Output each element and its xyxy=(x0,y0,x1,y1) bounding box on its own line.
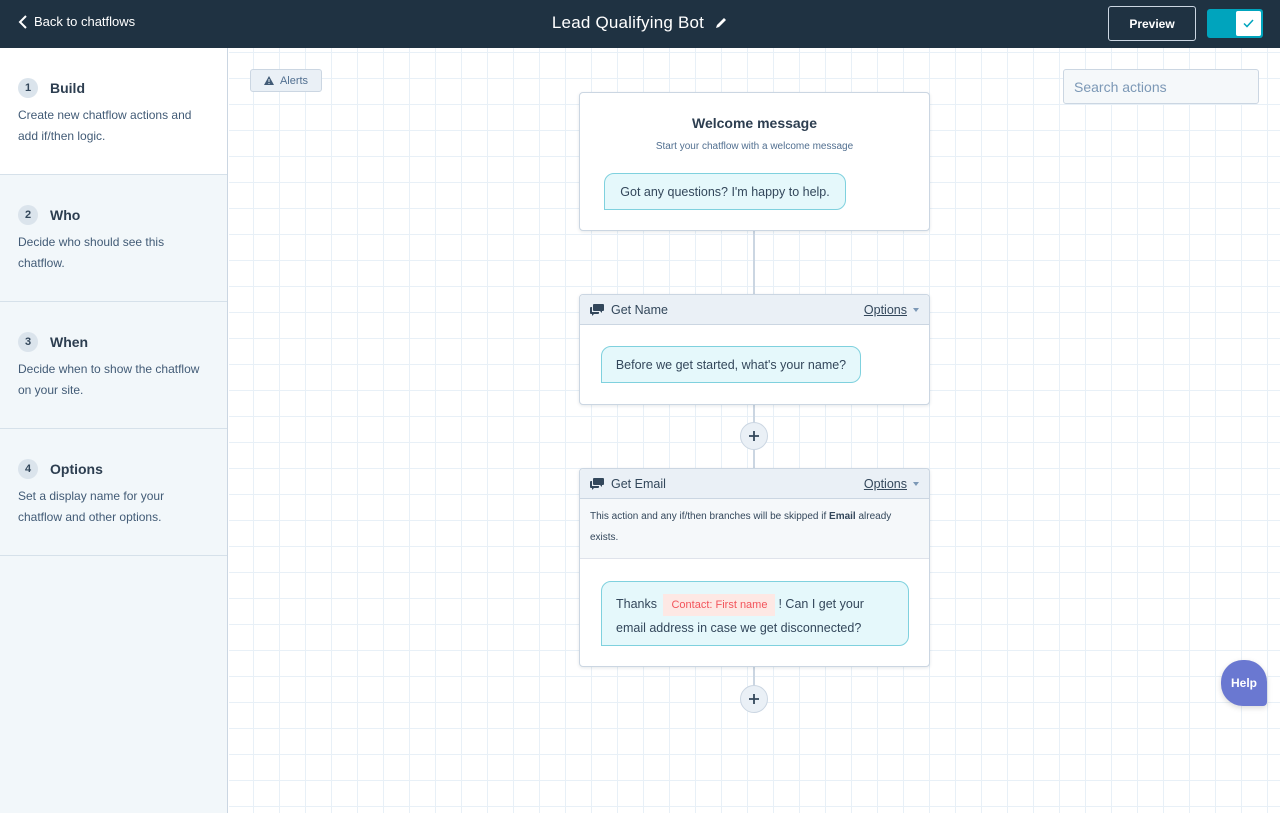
chatflow-title: Lead Qualifying Bot xyxy=(551,13,705,32)
options-dropdown[interactable]: Options xyxy=(864,477,919,491)
node-name: Get Name xyxy=(611,302,668,317)
plus-icon xyxy=(749,431,759,441)
step-title: Options xyxy=(50,461,103,477)
warning-icon xyxy=(263,76,274,85)
steps-sidebar: 1 Build Create new chatflow actions and … xyxy=(0,48,228,813)
step-number: 4 xyxy=(18,459,38,479)
get-email-node[interactable]: Get Email Options This action and any if… xyxy=(579,468,930,667)
plus-icon xyxy=(749,694,759,704)
connector-line xyxy=(753,231,755,294)
add-action-button[interactable] xyxy=(740,685,768,713)
welcome-title: Welcome message xyxy=(691,115,818,131)
add-action-button[interactable] xyxy=(740,422,768,450)
welcome-subtitle: Start your chatflow with a welcome messa… xyxy=(655,141,854,152)
welcome-message-bubble[interactable]: Got any questions? I'm happy to help. xyxy=(604,173,846,210)
node-header: Get Email Options xyxy=(580,469,929,499)
sidebar-step-who[interactable]: 2 Who Decide who should see this chatflo… xyxy=(0,175,227,302)
search-actions-input[interactable] xyxy=(1074,78,1255,95)
caret-down-icon xyxy=(913,481,919,486)
options-label: Options xyxy=(863,302,907,317)
step-title: Who xyxy=(50,207,81,223)
flow-canvas[interactable]: Alerts Welcome message Start your chatfl… xyxy=(229,48,1280,813)
check-icon xyxy=(1243,19,1254,28)
step-description: Create new chatflow actions and add if/t… xyxy=(18,108,192,143)
get-name-message-bubble[interactable]: Before we get started, what's your name? xyxy=(601,346,861,383)
sidebar-step-options[interactable]: 4 Options Set a display name for your ch… xyxy=(0,429,227,556)
step-title: When xyxy=(50,334,89,350)
search-actions-field xyxy=(1063,69,1259,104)
options-dropdown[interactable]: Options xyxy=(864,303,919,317)
skip-notice: This action and any if/then branches wil… xyxy=(580,499,929,559)
notice-property: Email xyxy=(829,511,856,522)
personalization-token[interactable]: Contact: First name xyxy=(663,594,776,616)
help-button[interactable]: Help xyxy=(1221,660,1267,706)
chat-bubbles-icon xyxy=(590,477,604,490)
pencil-icon[interactable] xyxy=(714,16,728,30)
alerts-button[interactable]: Alerts xyxy=(250,69,322,92)
step-description: Decide when to show the chatflow on your… xyxy=(18,362,200,397)
toggle-knob xyxy=(1236,11,1261,36)
node-header: Get Name Options xyxy=(580,295,929,325)
step-number: 3 xyxy=(18,332,38,352)
step-number: 2 xyxy=(18,205,38,225)
preview-button[interactable]: Preview xyxy=(1108,6,1196,41)
back-link-label: Back to chatflows xyxy=(34,14,136,29)
get-name-node[interactable]: Get Name Options Before we get started, … xyxy=(579,294,930,405)
get-email-message-bubble[interactable]: Thanks Contact: First name! Can I get yo… xyxy=(601,581,909,646)
sidebar-step-when[interactable]: 3 When Decide when to show the chatflow … xyxy=(0,302,227,429)
step-title: Build xyxy=(50,80,85,96)
step-number: 1 xyxy=(18,78,38,98)
back-to-chatflows-link[interactable]: Back to chatflows xyxy=(18,14,135,29)
node-name: Get Email xyxy=(611,476,666,491)
caret-down-icon xyxy=(913,307,919,312)
chevron-left-icon xyxy=(18,14,27,29)
step-description: Set a display name for your chatflow and… xyxy=(18,489,165,524)
step-description: Decide who should see this chatflow. xyxy=(18,235,165,270)
notice-text-before: This action and any if/then branches wil… xyxy=(590,511,830,522)
message-text-before: Thanks xyxy=(616,597,657,611)
options-label: Options xyxy=(863,476,907,491)
sidebar-step-build[interactable]: 1 Build Create new chatflow actions and … xyxy=(0,48,227,175)
alerts-label: Alerts xyxy=(279,74,309,87)
chat-bubbles-icon xyxy=(590,303,604,316)
enable-toggle[interactable] xyxy=(1207,9,1263,38)
top-bar: Back to chatflows Lead Qualifying Bot Pr… xyxy=(0,0,1280,48)
welcome-message-node[interactable]: Welcome message Start your chatflow with… xyxy=(579,92,930,231)
